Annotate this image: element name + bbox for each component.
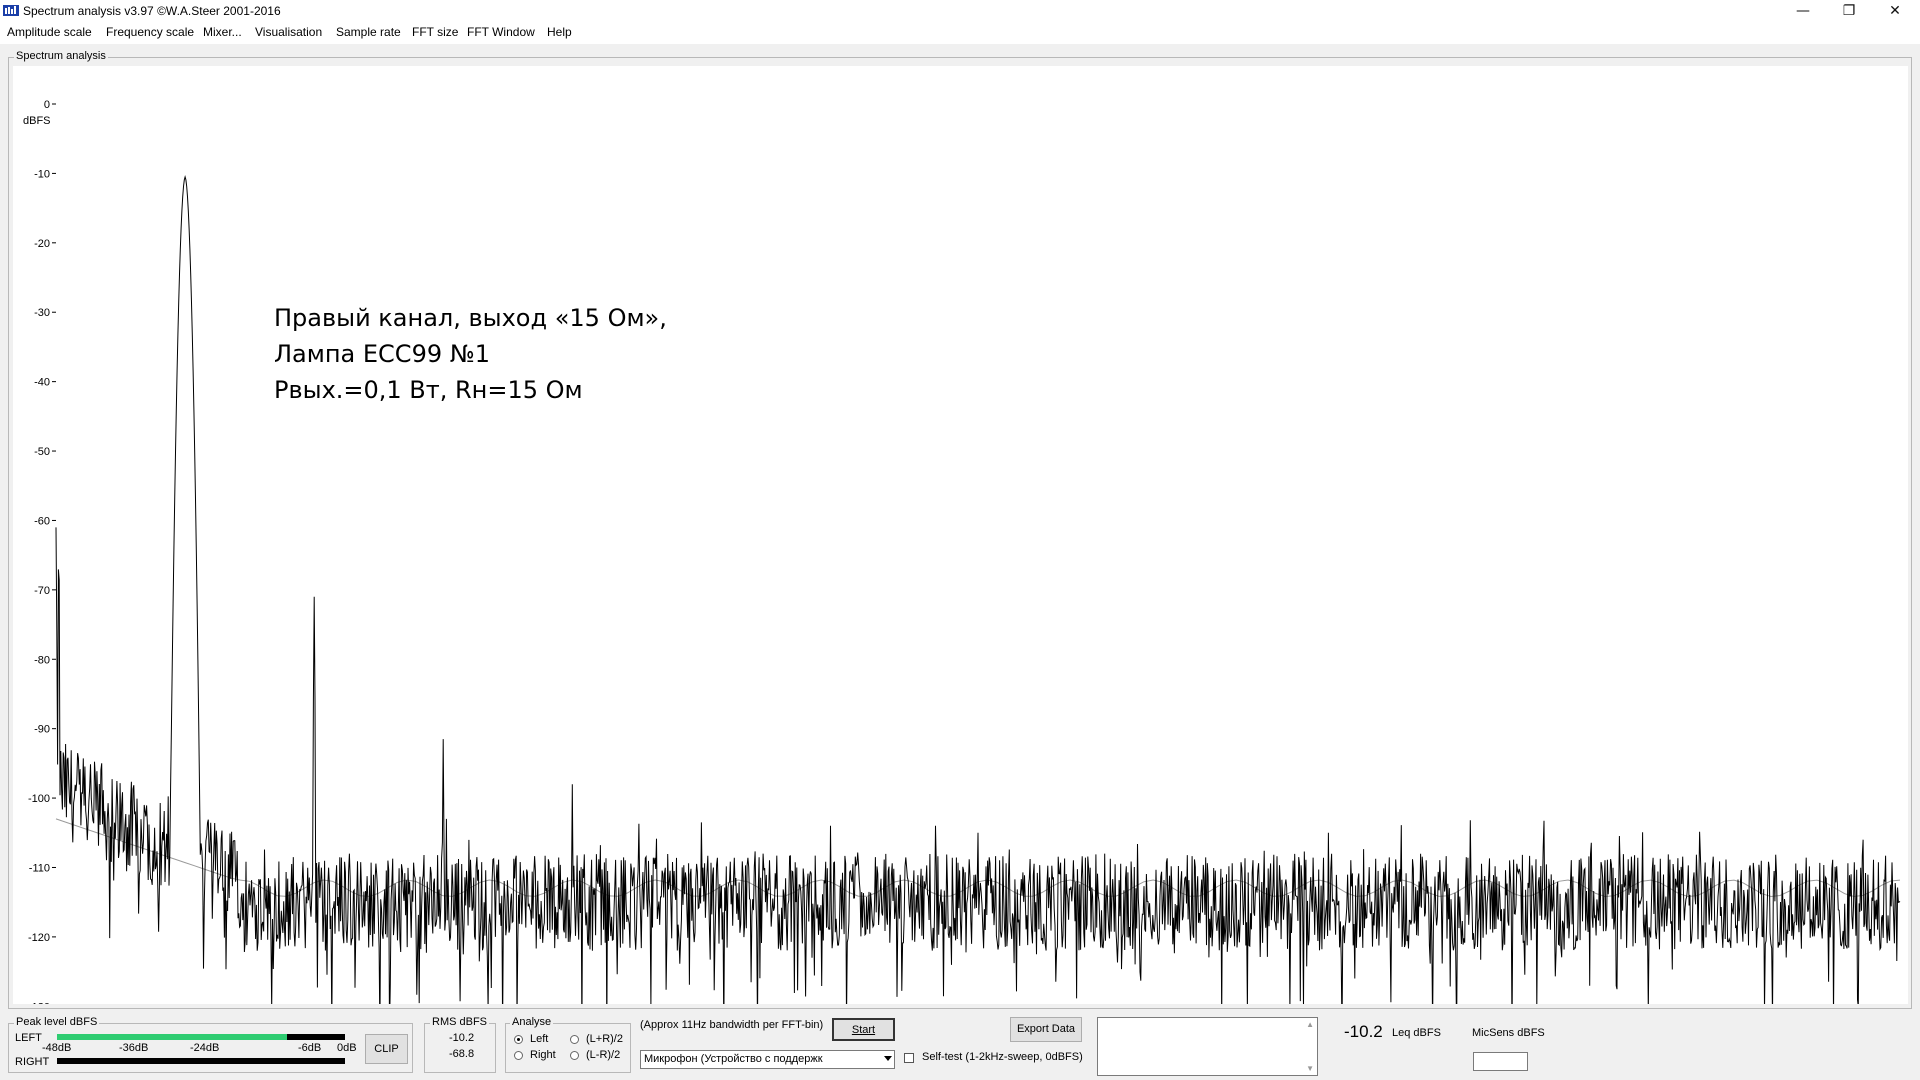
left-level-meter: [57, 1034, 345, 1040]
scroll-down-icon[interactable]: ▼: [1306, 1064, 1314, 1073]
spectrum-group-label: Spectrum analysis: [14, 50, 108, 62]
annotation-line-3: Рвых.=0,1 Вт, Rн=15 Ом: [274, 376, 583, 404]
rms-left-value: -10.2: [449, 1032, 475, 1044]
menu-fft-window[interactable]: FFT Window: [467, 25, 535, 39]
right-meter-label: RIGHT: [15, 1056, 50, 1068]
selftest-label[interactable]: Self-test (1-2kHz-sweep, 0dBFS): [922, 1051, 1083, 1063]
y-tick-label: -120: [28, 932, 50, 944]
menu-bar: Amplitude scale Frequency scale Mixer...…: [0, 22, 1920, 44]
y-tick-label: -70: [34, 585, 50, 597]
micsens-label: MicSens dBFS: [1472, 1027, 1545, 1039]
y-tick-label: 0: [44, 99, 50, 111]
spectrum-plot-area: 0 -10 -20 -30 -40 -50 -60 -70 -80 -90 -100 -110 -120…: [13, 66, 1908, 1004]
menu-fft-size[interactable]: FFT size: [412, 25, 458, 39]
window-title: Spectrum analysis v3.97 ©W.A.Steer 2001-…: [23, 4, 281, 18]
rms-right-value: -68.8: [449, 1048, 475, 1060]
meter-scale-36: -36dB: [119, 1042, 149, 1054]
menu-help[interactable]: Help: [547, 25, 572, 39]
meter-scale-6: -6dB: [298, 1042, 322, 1054]
radio-right[interactable]: [514, 1051, 523, 1060]
micsens-input[interactable]: [1473, 1052, 1528, 1071]
peak-level-label: Peak level dBFS: [14, 1016, 100, 1028]
annotation-text: Правый канал, выход «15 Ом», Лампа ECC99…: [274, 300, 667, 408]
left-level-fill: [57, 1034, 288, 1040]
spectrum-chart: 0 -10 -20 -30 -40 -50 -60 -70 -80 -90 -100 -110 -120…: [23, 99, 1901, 1004]
minimize-button[interactable]: —: [1780, 0, 1826, 22]
rms-label: RMS dBFS: [430, 1016, 490, 1028]
y-tick-label: -10: [34, 168, 50, 180]
title-bar: Spectrum analysis v3.97 ©W.A.Steer 2001-…: [0, 0, 1920, 22]
radio-left[interactable]: [514, 1035, 523, 1044]
radio-right-label[interactable]: Right: [530, 1049, 556, 1061]
y-tick-label: -90: [34, 724, 50, 736]
y-tick-label: -60: [34, 515, 50, 527]
analyse-label: Analyse: [510, 1016, 554, 1028]
right-level-meter: [57, 1058, 345, 1064]
chevron-down-icon: [884, 1056, 892, 1061]
annotation-line-1: Правый канал, выход «15 Ом»,: [274, 304, 667, 332]
restore-button[interactable]: ❐: [1826, 0, 1872, 22]
log-textbox[interactable]: ▲ ▼: [1097, 1017, 1318, 1076]
radio-sum[interactable]: [570, 1035, 579, 1044]
y-tick-label: -50: [34, 446, 50, 458]
bandwidth-note: (Approx 11Hz bandwidth per FFT-bin): [640, 1019, 824, 1031]
menu-mixer[interactable]: Mixer...: [203, 25, 242, 39]
leq-value: -10.2: [1344, 1022, 1383, 1041]
y-tick-label: -110: [29, 862, 50, 874]
menu-amplitude-scale[interactable]: Amplitude scale: [7, 25, 92, 39]
radio-diff-label[interactable]: (L-R)/2: [586, 1049, 620, 1061]
radio-left-label[interactable]: Left: [530, 1033, 548, 1045]
y-tick-label: -130: [28, 1001, 50, 1004]
menu-frequency-scale[interactable]: Frequency scale: [106, 25, 194, 39]
meter-scale-0: 0dB: [337, 1042, 357, 1054]
input-device-value: Микрофон (Устройство с поддержк: [644, 1053, 823, 1065]
y-tick-label: -80: [34, 654, 50, 666]
y-tick-label: -20: [34, 238, 50, 250]
y-tick-label: -100: [28, 793, 50, 805]
left-meter-label: LEFT: [15, 1032, 42, 1044]
meter-scale-48: -48dB: [42, 1042, 72, 1054]
export-data-button[interactable]: Export Data: [1010, 1017, 1082, 1042]
input-device-select[interactable]: Микрофон (Устройство с поддержк: [640, 1050, 895, 1069]
scroll-up-icon[interactable]: ▲: [1306, 1020, 1314, 1029]
y-tick-label: -40: [34, 377, 50, 389]
menu-sample-rate[interactable]: Sample rate: [336, 25, 401, 39]
leq-label: Leq dBFS: [1392, 1027, 1441, 1039]
analyse-group: [505, 1023, 631, 1073]
radio-sum-label[interactable]: (L+R)/2: [586, 1033, 623, 1045]
meter-scale-24: -24dB: [190, 1042, 220, 1054]
start-button[interactable]: Start: [832, 1018, 895, 1041]
selftest-checkbox[interactable]: [904, 1053, 914, 1063]
clip-indicator[interactable]: CLIP: [365, 1034, 408, 1064]
close-button[interactable]: ✕: [1872, 0, 1918, 22]
radio-diff[interactable]: [570, 1051, 579, 1060]
y-axis-label: dBFS: [23, 115, 51, 127]
menu-visualisation[interactable]: Visualisation: [255, 25, 322, 39]
annotation-line-2: Лампа ECC99 №1: [274, 340, 490, 368]
app-icon: [3, 5, 19, 16]
y-tick-label: -30: [34, 307, 50, 319]
